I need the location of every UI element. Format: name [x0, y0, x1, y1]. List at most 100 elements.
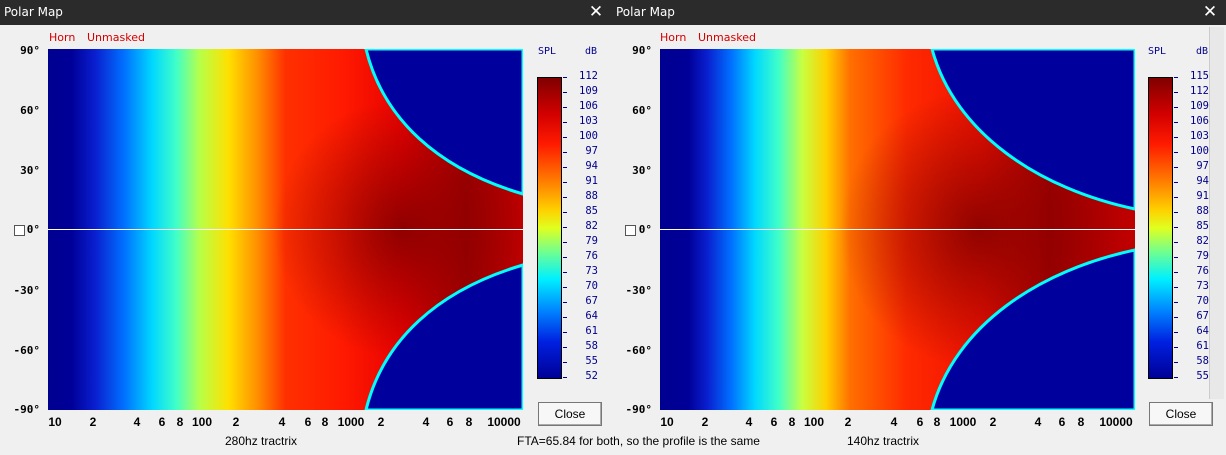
colorbar-value: 61: [1196, 340, 1209, 352]
colorbar-value: 70: [585, 280, 598, 292]
colorbar-tick: [563, 347, 567, 348]
colorbar-value: 106: [1190, 115, 1209, 127]
colorbar-unit: dB: [585, 46, 598, 57]
colorbar-tick: [1174, 137, 1178, 138]
colorbar-tick: [563, 377, 567, 378]
colorbar-value: 91: [1196, 190, 1209, 202]
x-tick: 4: [422, 415, 430, 429]
colorbar-value: 88: [1196, 205, 1209, 217]
close-icon[interactable]: ✕: [1200, 1, 1220, 23]
colorbar-tick: [563, 182, 567, 183]
colorbar-value: 109: [579, 85, 598, 97]
colorbar-tick: [563, 317, 567, 318]
colorbar-value: 55: [585, 355, 598, 367]
colorbar-tick: [1174, 257, 1178, 258]
colorbar-tick: [1174, 347, 1178, 348]
colorbar-tick: [1174, 317, 1178, 318]
y-tick: -90°: [625, 403, 653, 416]
x-tick: 8: [465, 415, 473, 429]
colorbar-value: 70: [1196, 295, 1209, 307]
colorbar-value: 82: [585, 220, 598, 232]
close-icon[interactable]: ✕: [586, 1, 606, 23]
center-note: FTA=65.84 for both, so the profile is th…: [517, 434, 760, 448]
colorbar-value: 55: [1196, 370, 1209, 382]
colorbar: [537, 77, 562, 379]
colorbar-tick: [1174, 212, 1178, 213]
colorbar-value: 103: [1190, 130, 1209, 142]
colorbar-value: 112: [1190, 85, 1209, 97]
colorbar-value: 82: [1196, 235, 1209, 247]
caption: 280hz tractrix: [225, 434, 298, 448]
colorbar-value: 76: [585, 250, 598, 262]
colorbar-tick: [563, 362, 567, 363]
x-tick: 100: [803, 415, 825, 429]
colorbar-tick: [1174, 272, 1178, 273]
colorbar-value: 58: [585, 340, 598, 352]
colorbar-value: 115: [1190, 70, 1209, 82]
colorbar-value: 112: [579, 70, 598, 82]
colorbar-tick: [563, 287, 567, 288]
y-tick: -90°: [13, 403, 41, 416]
colorbar-tick: [1174, 77, 1178, 78]
colorbar-tick: [563, 92, 567, 93]
close-button[interactable]: Close: [538, 402, 602, 426]
x-tick: 8: [176, 415, 184, 429]
window-title: Polar Map: [4, 5, 63, 19]
colorbar-tick: [1174, 122, 1178, 123]
window-title: Polar Map: [616, 5, 675, 19]
colorbar-tick: [1174, 152, 1178, 153]
colorbar-tick: [563, 257, 567, 258]
colorbar-tick: [563, 272, 567, 273]
colorbar-value: 91: [585, 175, 598, 187]
x-tick: 4: [133, 415, 141, 429]
title-bar: Polar Map ✕: [612, 0, 1226, 25]
y-tick: 90°: [20, 44, 40, 57]
x-tick: 4: [890, 415, 898, 429]
x-tick: 4: [745, 415, 753, 429]
x-tick: 10000: [487, 415, 521, 429]
y-tick: -30°: [625, 284, 653, 297]
caption: 140hz tractrix: [847, 434, 920, 448]
x-tick: 6: [158, 415, 166, 429]
x-tick: 10: [48, 415, 62, 429]
x-tick: 6: [1058, 415, 1066, 429]
horn-tag: Horn: [660, 31, 687, 44]
x-tick: 10000: [1099, 415, 1133, 429]
colorbar-value: 52: [585, 370, 598, 382]
colorbar-value: 61: [585, 325, 598, 337]
unmasked-tag: Unmasked: [87, 31, 145, 44]
x-tick: 1000: [337, 415, 365, 429]
colorbar: [1148, 77, 1173, 379]
x-tick: 8: [321, 415, 329, 429]
y-tick: 30°: [20, 164, 40, 177]
y-tick: -30°: [13, 284, 41, 297]
colorbar-value: 64: [1196, 325, 1209, 337]
colorbar-value: 97: [1196, 160, 1209, 172]
colorbar-tick: [1174, 182, 1178, 183]
zero-line-checkbox[interactable]: [625, 225, 636, 236]
colorbar-tick: [1174, 242, 1178, 243]
colorbar-value: 85: [585, 205, 598, 217]
x-tick: 8: [933, 415, 941, 429]
colorbar-tick: [1174, 377, 1178, 378]
colorbar-tick: [563, 77, 567, 78]
colorbar-tick: [563, 107, 567, 108]
close-button[interactable]: Close: [1149, 402, 1213, 426]
x-tick: 100: [191, 415, 213, 429]
colorbar-tick: [1174, 302, 1178, 303]
colorbar-value: 79: [1196, 250, 1209, 262]
x-tick: 2: [89, 415, 97, 429]
colorbar-tick: [1174, 167, 1178, 168]
colorbar-tick: [1174, 107, 1178, 108]
x-tick: 1000: [949, 415, 977, 429]
colorbar-tick: [563, 212, 567, 213]
colorbar-tick: [1174, 362, 1178, 363]
unmasked-tag: Unmasked: [698, 31, 756, 44]
zero-line-checkbox[interactable]: [14, 225, 25, 236]
x-tick: 4: [1034, 415, 1042, 429]
scrollbar[interactable]: [1209, 27, 1224, 399]
polar-map-window-right: Polar Map ✕ Horn Unmasked 90° 60° 30° 0°…: [612, 0, 1226, 455]
colorbar-value: 79: [585, 235, 598, 247]
y-tick: 60°: [632, 104, 652, 117]
colorbar-tick: [1174, 227, 1178, 228]
